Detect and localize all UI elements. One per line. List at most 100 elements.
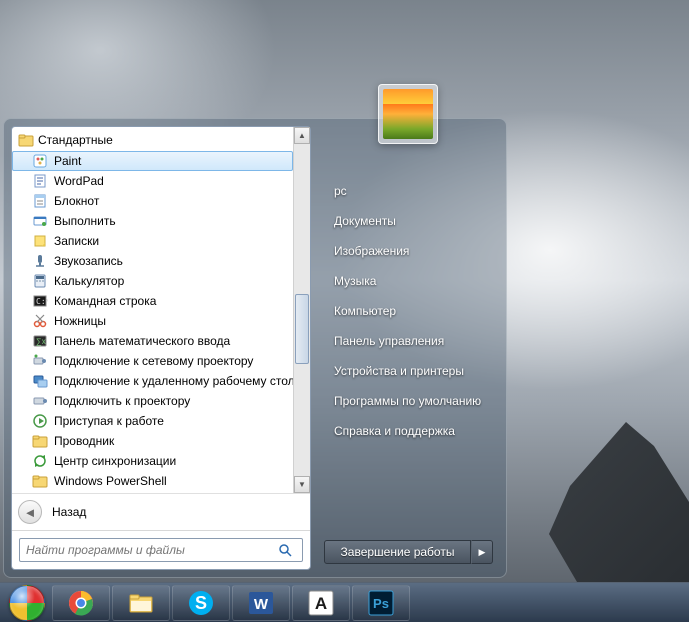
scroll-track[interactable] xyxy=(294,144,310,476)
svg-text:Ps: Ps xyxy=(373,596,389,611)
search-box[interactable] xyxy=(19,538,303,562)
right-menu-item[interactable]: Справка и поддержка xyxy=(324,416,493,446)
program-item[interactable]: C:\ Командная строка xyxy=(12,291,293,311)
right-menu-item[interactable]: Устройства и принтеры xyxy=(324,356,493,386)
taskbar-word-button[interactable]: W xyxy=(232,585,290,621)
back-label: Назад xyxy=(52,505,86,519)
folder-header-accessories[interactable]: Стандартные xyxy=(12,129,293,151)
shutdown-options-button[interactable]: ▶ xyxy=(471,540,493,564)
program-item[interactable]: WordPad xyxy=(12,171,293,191)
taskbar-photoshop-button[interactable]: Ps xyxy=(352,585,410,621)
svg-text:A: A xyxy=(315,594,327,613)
back-arrow-icon: ◄ xyxy=(18,500,42,524)
program-label: Проводник xyxy=(54,434,114,448)
program-label: Командная строка xyxy=(54,294,156,308)
cmd-icon: C:\ xyxy=(32,293,48,309)
taskbar: S W A Ps xyxy=(0,582,689,622)
notepad-icon xyxy=(32,193,48,209)
scroll-thumb[interactable] xyxy=(295,294,309,364)
svg-text:C:\: C:\ xyxy=(36,297,48,306)
programs-list: Стандартные Paint WordPad Блокнот Выполнить… xyxy=(12,127,293,493)
right-menu-item[interactable]: Программы по умолчанию xyxy=(324,386,493,416)
taskbar-chrome-button[interactable] xyxy=(52,585,110,621)
folder-icon xyxy=(32,473,48,489)
scroll-down-button[interactable]: ▼ xyxy=(294,476,310,493)
snip-icon xyxy=(32,313,48,329)
program-item[interactable]: Подключение к сетевому проектору xyxy=(12,351,293,371)
autocad-icon: A xyxy=(307,589,335,617)
program-item[interactable]: Windows PowerShell xyxy=(12,471,293,491)
start-menu-left-panel: Стандартные Paint WordPad Блокнот Выполнить… xyxy=(11,126,311,570)
rdp-icon xyxy=(32,373,48,389)
folder-header-label: Стандартные xyxy=(38,133,113,147)
program-item[interactable]: Подключение к удаленному рабочему стол xyxy=(12,371,293,391)
program-item[interactable]: Центр синхронизации xyxy=(12,451,293,471)
start-button[interactable] xyxy=(4,585,50,621)
explorer-icon xyxy=(32,433,48,449)
right-menu-item[interactable]: Изображения xyxy=(324,236,493,266)
program-item[interactable]: Звукозапись xyxy=(12,251,293,271)
shutdown-label: Завершение работы xyxy=(341,545,455,559)
skype-icon: S xyxy=(187,589,215,617)
program-label: Калькулятор xyxy=(54,274,124,288)
program-label: Windows PowerShell xyxy=(54,474,167,488)
sticky-icon xyxy=(32,233,48,249)
taskbar-skype-button[interactable]: S xyxy=(172,585,230,621)
calc-icon xyxy=(32,273,48,289)
program-label: Блокнот xyxy=(54,194,99,208)
photoshop-icon: Ps xyxy=(367,589,395,617)
right-menu-item[interactable]: Панель управления xyxy=(324,326,493,356)
program-label: Подключить к проектору xyxy=(54,394,190,408)
taskbar-autocad-button[interactable]: A xyxy=(292,585,350,621)
run-icon xyxy=(32,213,48,229)
program-label: Звукозапись xyxy=(54,254,123,268)
paint-icon xyxy=(32,153,48,169)
program-item[interactable]: Проводник xyxy=(12,431,293,451)
user-picture-frame[interactable] xyxy=(378,84,438,144)
program-label: WordPad xyxy=(54,174,104,188)
program-label: Приступая к работе xyxy=(54,414,164,428)
program-label: Центр синхронизации xyxy=(54,454,176,468)
program-item[interactable]: Записки xyxy=(12,231,293,251)
taskbar-explorer-button[interactable] xyxy=(112,585,170,621)
program-label: Панель математического ввода xyxy=(54,334,230,348)
search-input[interactable] xyxy=(20,543,278,557)
svg-text:S: S xyxy=(195,593,207,613)
sound-icon xyxy=(32,253,48,269)
program-label: Подключение к удаленному рабочему стол xyxy=(54,374,293,388)
shutdown-row: Завершение работы ▶ xyxy=(324,540,493,564)
program-item[interactable]: Ножницы xyxy=(12,311,293,331)
back-row[interactable]: ◄ Назад xyxy=(12,493,310,530)
wordpad-icon xyxy=(32,173,48,189)
programs-area: Стандартные Paint WordPad Блокнот Выполнить… xyxy=(12,127,310,493)
program-label: Подключение к сетевому проектору xyxy=(54,354,253,368)
sync-icon xyxy=(32,453,48,469)
program-item[interactable]: Paint xyxy=(12,151,293,171)
program-item[interactable]: Калькулятор xyxy=(12,271,293,291)
right-menu-item[interactable]: Документы xyxy=(324,206,493,236)
explorer-icon xyxy=(127,589,155,617)
windows-logo-icon xyxy=(9,585,45,621)
program-item[interactable]: ∑x Панель математического ввода xyxy=(12,331,293,351)
scrollbar[interactable]: ▲ ▼ xyxy=(293,127,310,493)
search-icon xyxy=(278,543,302,557)
right-menu-item[interactable]: pc xyxy=(324,176,493,206)
netproj-icon xyxy=(32,353,48,369)
program-label: Выполнить xyxy=(54,214,116,228)
program-label: Paint xyxy=(54,154,81,168)
word-icon: W xyxy=(247,589,275,617)
program-label: Ножницы xyxy=(54,314,106,328)
shutdown-button[interactable]: Завершение работы xyxy=(324,540,471,564)
math-icon: ∑x xyxy=(32,333,48,349)
program-item[interactable]: Выполнить xyxy=(12,211,293,231)
program-item[interactable]: Подключить к проектору xyxy=(12,391,293,411)
program-item[interactable]: Приступая к работе xyxy=(12,411,293,431)
right-menu-item[interactable]: Музыка xyxy=(324,266,493,296)
svg-text:W: W xyxy=(254,596,269,613)
svg-text:∑x: ∑x xyxy=(36,337,46,346)
proj-icon xyxy=(32,393,48,409)
user-picture-icon xyxy=(383,89,433,139)
program-item[interactable]: Блокнот xyxy=(12,191,293,211)
scroll-up-button[interactable]: ▲ xyxy=(294,127,310,144)
right-menu-item[interactable]: Компьютер xyxy=(324,296,493,326)
